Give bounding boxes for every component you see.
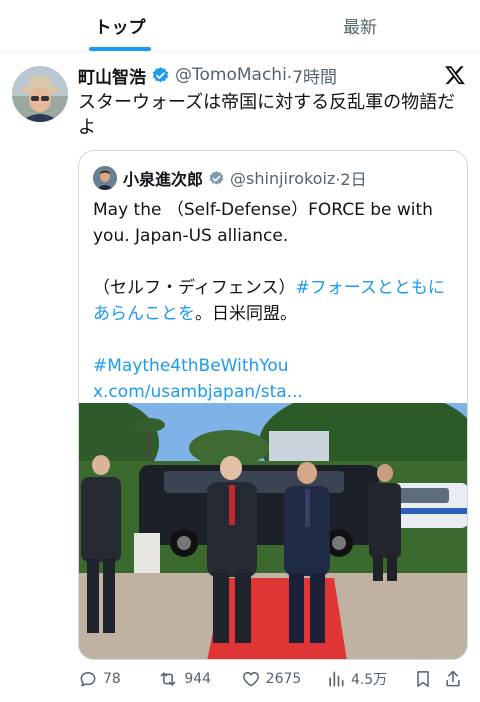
tab-latest-label: 最新 (343, 18, 377, 38)
quote-author-handle: @shinjirokoiz (230, 168, 336, 188)
repost-button[interactable]: 944 (157, 669, 240, 689)
tweet-action-bar: 78 944 2675 4.5万 (78, 666, 468, 692)
x-logo-icon[interactable] (444, 64, 466, 90)
repost-count: 944 (184, 671, 212, 687)
quote-time: ·2日 (335, 170, 367, 189)
reply-icon (80, 672, 96, 687)
author-handle[interactable]: @TomoMachi (175, 65, 287, 85)
bookmark-button[interactable] (413, 669, 443, 689)
author-avatar[interactable] (12, 66, 68, 122)
verified-badge-icon (151, 66, 170, 85)
tab-top[interactable]: トップ (0, 0, 240, 51)
quote-links: #Maythe4thBeWithYou x.com/usambjapan/sta… (93, 353, 457, 405)
share-button[interactable] (443, 669, 468, 689)
views-icon (329, 671, 344, 687)
quote-line-english: May the （Self-Defense）FORCE be with you.… (93, 200, 433, 246)
quote-text: May the （Self-Defense）FORCE be with you.… (93, 197, 457, 405)
url-link[interactable]: x.com/usambjapan/sta... (93, 382, 303, 402)
like-button[interactable]: 2675 (241, 669, 326, 689)
quote-line-japanese: （セルフ・ディフェンス）#フォースとともにあらんことを。日米同盟。 (93, 275, 457, 327)
bookmark-icon (417, 671, 429, 687)
reply-count: 78 (103, 671, 121, 687)
active-tab-indicator (89, 47, 151, 51)
tab-latest[interactable]: 最新 (240, 0, 480, 51)
quote-author-avatar (93, 166, 117, 190)
tab-top-label: トップ (94, 18, 146, 38)
quoted-tweet-card[interactable]: 小泉進次郎 @shinjirokoiz ·2日 May the （Self-De… (78, 150, 468, 660)
tweet-text: スターウォーズは帝国に対する反乱軍の物語だよ (78, 92, 456, 138)
verified-badge-icon (208, 170, 225, 187)
hashtag-link-maythe4th[interactable]: #Maythe4thBeWithYou (93, 356, 289, 376)
tweet-header: 町山智浩 @TomoMachi ·7時間 (78, 62, 468, 88)
like-count: 2675 (265, 671, 302, 687)
reply-button[interactable]: 78 (78, 669, 157, 689)
author-name[interactable]: 町山智浩 (78, 63, 146, 88)
quote-author-name: 小泉進次郎 (123, 170, 204, 189)
tweet-time[interactable]: ·7時間 (287, 63, 337, 88)
quote-text-segment: 。日米同盟。 (195, 304, 297, 324)
timeline-tabs: トップ 最新 (0, 0, 480, 52)
quote-text-segment: （セルフ・ディフェンス） (93, 278, 296, 298)
like-icon (242, 672, 259, 687)
quote-header: 小泉進次郎 @shinjirokoiz ·2日 (93, 165, 367, 191)
quote-photo[interactable] (79, 388, 467, 659)
repost-icon (160, 672, 176, 686)
views-button[interactable]: 4.5万 (326, 669, 413, 689)
views-count: 4.5万 (350, 672, 388, 688)
share-icon (446, 670, 460, 687)
